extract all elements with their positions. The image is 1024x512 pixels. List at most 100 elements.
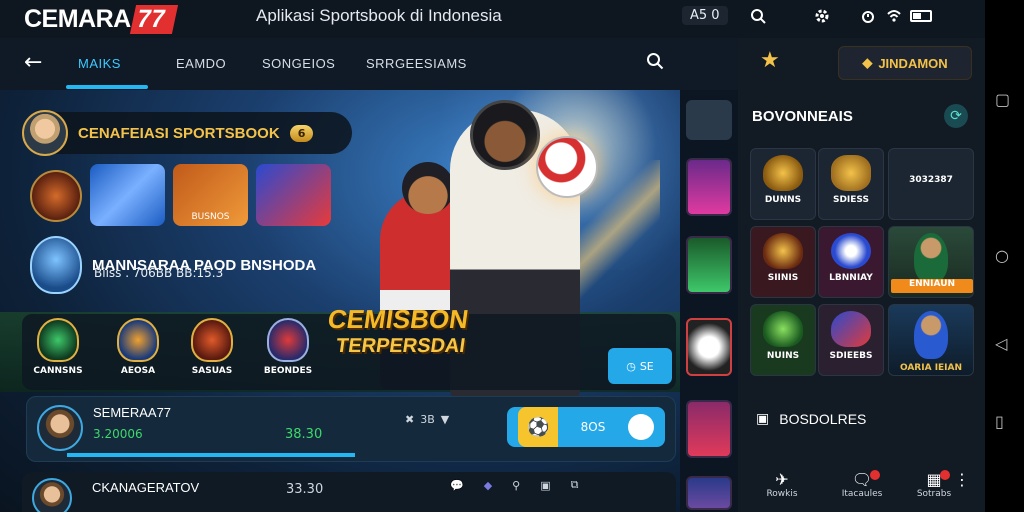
alarm-icon bbox=[858, 6, 878, 26]
app-logo[interactable]: CEMARA 77 bbox=[24, 4, 178, 34]
gear-icon[interactable] bbox=[812, 6, 832, 26]
rail-tile-icon[interactable] bbox=[686, 476, 732, 510]
active-tab-indicator bbox=[66, 85, 148, 89]
game-icons-row: BUSNOS bbox=[30, 164, 331, 226]
subscribers-row[interactable]: ▣ BOSDOLRES bbox=[756, 410, 866, 427]
recents-icon[interactable]: ▢ bbox=[995, 90, 1010, 109]
grid-cell[interactable]: OARIA IEIAN bbox=[888, 304, 974, 376]
grid-cell-label: ENNIAUN bbox=[891, 279, 973, 293]
game-tile-icon[interactable]: BUSNOS bbox=[173, 164, 248, 226]
rail-tile-icon[interactable] bbox=[686, 318, 732, 376]
tab-second[interactable]: EAMDO bbox=[176, 56, 226, 71]
system-navigation-bar: ▢ ○ ◁ ▯ bbox=[985, 0, 1024, 512]
match-row-score: 33.30 bbox=[286, 482, 324, 497]
grid-cell-label: LBNNIAY bbox=[829, 273, 873, 283]
club-badge-label: AEOSA bbox=[120, 366, 156, 376]
featured-team[interactable]: MANNSARAA PAOD BNSHODA Biiss . 706BB BB:… bbox=[30, 236, 316, 294]
grid-cell[interactable]: 3032387 bbox=[888, 148, 974, 220]
subscribers-label: BOSDOLRES bbox=[779, 410, 867, 427]
chef-avatar bbox=[22, 110, 68, 156]
grid-cell-label: NUINS bbox=[766, 351, 800, 361]
rail-tile-icon[interactable] bbox=[686, 100, 732, 140]
chat-icon[interactable]: 💬 bbox=[450, 479, 464, 492]
grid-cell[interactable]: LBNNIAY bbox=[818, 226, 884, 298]
bottom-nav-label: Sotrabs bbox=[916, 489, 952, 499]
match-row-sub: 3.20006 bbox=[93, 427, 143, 441]
sportsbook-header-card[interactable]: CENAFEIASI SPORTSBOOK 6 bbox=[22, 110, 352, 156]
grid-cell-label: DUNNS bbox=[764, 195, 802, 205]
search-icon[interactable]: ⚲ bbox=[512, 479, 520, 492]
place-bet-button[interactable]: ⚽ 8OS bbox=[507, 407, 665, 447]
flag-icon bbox=[831, 311, 871, 347]
bottom-nav-label: Rowkis bbox=[766, 489, 798, 499]
sidebar-bottom-nav: ✈ Rowkis 🗨 Itacaules ▦ Sotrabs ⋮ bbox=[738, 464, 985, 512]
grid-cell[interactable]: SDIEEBS bbox=[818, 304, 884, 376]
battery-icon bbox=[910, 10, 932, 22]
promo-go-button[interactable]: ◷ SE bbox=[608, 348, 672, 384]
tab-main[interactable]: MAIKS bbox=[78, 56, 121, 71]
home-icon[interactable]: ○ bbox=[995, 246, 1009, 265]
plane-icon: ✈ bbox=[775, 470, 789, 489]
close-icon[interactable]: ✖ bbox=[405, 413, 414, 426]
game-tile-icon[interactable] bbox=[256, 164, 331, 226]
match-controls: ✖ 3B ▼ bbox=[405, 413, 449, 426]
card-icon[interactable]: ▣ bbox=[540, 479, 550, 492]
grid-cell[interactable]: ENNIAUN bbox=[888, 226, 974, 298]
logo-text: CEMARA bbox=[24, 4, 131, 33]
club-badge[interactable]: CANNSNS bbox=[28, 318, 88, 376]
phone-icon[interactable]: ▯ bbox=[995, 412, 1004, 431]
rail-tile-icon[interactable] bbox=[686, 158, 732, 216]
back-icon[interactable]: ◁ bbox=[995, 334, 1007, 353]
hero-banner: CENAFEIASI SPORTSBOOK 6 BUSNOS MANNSARAA… bbox=[0, 90, 680, 512]
grid-cell-label: OARIA IEIAN bbox=[899, 363, 963, 373]
app-title: Aplikasi Sportsbook di Indonesia bbox=[256, 6, 502, 25]
player-avatar bbox=[32, 478, 72, 512]
club-badge[interactable]: BEONDES bbox=[258, 318, 318, 376]
search-icon[interactable] bbox=[748, 6, 768, 26]
grid-cell[interactable]: NUINS bbox=[750, 304, 816, 376]
diamond-label: JINDAMON bbox=[878, 55, 948, 71]
ball-icon bbox=[831, 233, 871, 269]
tab-third[interactable]: SONGEIOS bbox=[262, 56, 335, 71]
back-arrow-icon[interactable]: ← bbox=[24, 50, 42, 75]
refresh-icon[interactable]: ⟳ bbox=[944, 104, 968, 128]
match-row-actions: 💬 ◆ ⚲ ▣ ⧉ bbox=[450, 478, 579, 492]
search-icon[interactable] bbox=[646, 52, 664, 75]
grid-cell-label: SDIEEBS bbox=[829, 351, 873, 361]
club-badge[interactable]: SASUAS bbox=[182, 318, 242, 376]
game-tile-icon[interactable] bbox=[90, 164, 165, 226]
logo-number: 77 bbox=[129, 4, 178, 34]
diamond-button[interactable]: ◆ JINDAMON bbox=[838, 46, 972, 80]
player-icon bbox=[914, 233, 948, 283]
club-badge[interactable]: AEOSA bbox=[108, 318, 168, 376]
bottom-nav-label: Itacaules bbox=[841, 489, 883, 499]
game-tile-label: BUSNOS bbox=[191, 212, 230, 222]
diamond-icon: ◆ bbox=[862, 55, 873, 70]
chevron-down-icon[interactable]: ▼ bbox=[441, 413, 449, 426]
more-menu-icon[interactable]: ⋮ bbox=[952, 470, 972, 489]
tab-fourth[interactable]: SRRGEESIAMS bbox=[366, 56, 467, 71]
promo-line-2: TERPERSDAI bbox=[334, 335, 467, 357]
grid-cell[interactable]: DUNNS bbox=[750, 148, 816, 220]
bottom-nav-item[interactable]: ✈ Rowkis bbox=[752, 470, 812, 499]
status-bar: CEMARA 77 Aplikasi Sportsbook di Indones… bbox=[0, 0, 985, 38]
match-row[interactable]: SEMERAA77 3.20006 38.30 ✖ 3B ▼ ⚽ 8OS bbox=[26, 396, 676, 462]
grid-cell[interactable]: SIINIS bbox=[750, 226, 816, 298]
bottom-nav-item[interactable]: 🗨 Itacaules bbox=[832, 470, 892, 499]
rail-tile-icon[interactable] bbox=[686, 400, 732, 458]
game-scroll-rail bbox=[680, 90, 738, 512]
share-icon[interactable]: ⧉ bbox=[571, 478, 579, 492]
main-nav: ← MAIKS EAMDO SONGEIOS SRRGEESIAMS bbox=[0, 38, 738, 90]
grid-cell[interactable]: SDIESS bbox=[818, 148, 884, 220]
rail-tile-icon[interactable] bbox=[686, 236, 732, 294]
game-emblem-icon[interactable] bbox=[30, 170, 82, 222]
trophy-icon[interactable]: ★ bbox=[760, 48, 780, 73]
club-crest-icon bbox=[37, 318, 79, 362]
grid-cell-label: SDIESS bbox=[832, 195, 869, 205]
club-crest-icon bbox=[117, 318, 159, 362]
shield-icon bbox=[763, 155, 803, 191]
coin-badge: 6 bbox=[289, 124, 314, 142]
status-badge-text: A5 0 bbox=[682, 6, 728, 25]
match-row[interactable]: CKANAGERATOV 33.30 💬 ◆ ⚲ ▣ ⧉ bbox=[22, 472, 676, 512]
diamond-icon[interactable]: ◆ bbox=[484, 479, 492, 492]
